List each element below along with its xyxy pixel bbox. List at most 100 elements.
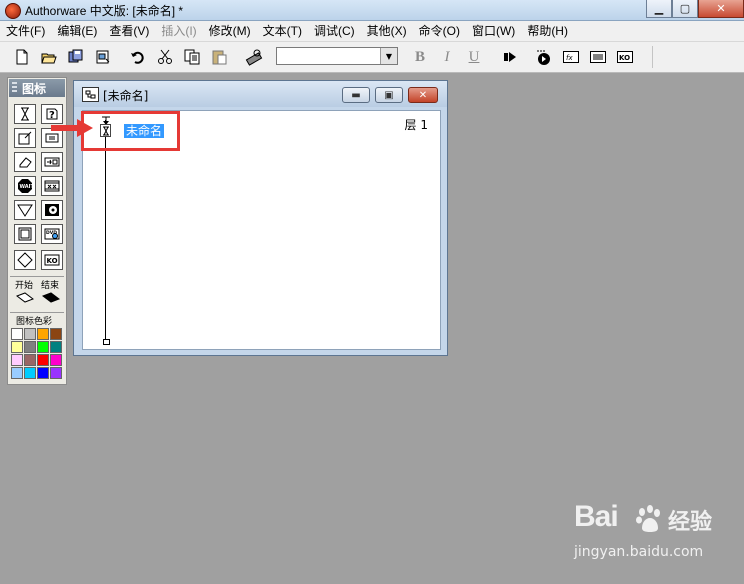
cut-icon: [158, 49, 172, 64]
svg-text:fx: fx: [566, 54, 573, 62]
menu-insert[interactable]: 插入(I): [155, 21, 202, 41]
menu-window[interactable]: 窗口(W): [466, 21, 521, 41]
palette-divider: [10, 276, 64, 277]
color-swatch[interactable]: [50, 328, 62, 340]
color-swatch[interactable]: [37, 341, 49, 353]
color-swatch[interactable]: [50, 354, 62, 366]
movie-icon: [44, 180, 60, 192]
cut-button[interactable]: [155, 47, 175, 67]
menu-edit[interactable]: 编辑(E): [51, 21, 103, 41]
bold-button[interactable]: B: [410, 47, 430, 67]
color-swatch[interactable]: [24, 354, 36, 366]
close-button[interactable]: ✕: [698, 0, 744, 18]
authorware-app-icon[interactable]: [5, 3, 21, 19]
erase-icon: [19, 157, 32, 168]
find-button[interactable]: [244, 47, 264, 67]
decision-icon: [17, 204, 33, 217]
underline-button[interactable]: U: [464, 47, 484, 67]
open-file-button[interactable]: [39, 47, 59, 67]
minimize-icon: ▬: [351, 89, 361, 101]
menu-modify[interactable]: 修改(M): [203, 21, 257, 41]
run-button[interactable]: [500, 47, 520, 67]
start-flag-button[interactable]: [14, 290, 36, 306]
color-swatch[interactable]: [11, 328, 23, 340]
color-swatch[interactable]: [37, 354, 49, 366]
chevron-down-icon[interactable]: ▼: [380, 48, 397, 64]
palette-motion-icon[interactable]: [14, 128, 36, 148]
color-swatch[interactable]: [37, 328, 49, 340]
color-swatch[interactable]: [24, 328, 36, 340]
menu-text[interactable]: 文本(T): [257, 21, 308, 41]
app-title: Authorware 中文版: [未命名] *: [25, 4, 184, 18]
menu-other[interactable]: 其他(X): [361, 21, 413, 41]
font-select[interactable]: ▼: [276, 47, 398, 65]
palette-framework-icon[interactable]: [14, 224, 36, 244]
palette-display-icon[interactable]: [14, 104, 36, 124]
design-window-minimize-button[interactable]: ▬: [342, 87, 370, 103]
italic-button[interactable]: I: [437, 47, 457, 67]
palette-erase-icon[interactable]: [14, 152, 36, 172]
svg-text:KO: KO: [47, 257, 58, 265]
palette-sound-icon[interactable]: [41, 200, 63, 220]
layer-label: 层 1: [404, 118, 428, 132]
palette-header[interactable]: 图标: [9, 79, 65, 97]
color-swatch[interactable]: [37, 367, 49, 379]
color-swatch[interactable]: [50, 367, 62, 379]
color-swatch[interactable]: [11, 354, 23, 366]
color-swatch[interactable]: [11, 367, 23, 379]
control-panel-button[interactable]: [533, 47, 553, 67]
watermark-brand: Bai: [574, 500, 619, 533]
navigate-icon: [44, 157, 60, 167]
menu-file[interactable]: 文件(F): [0, 21, 51, 41]
palette-dvd-icon[interactable]: DVD: [41, 224, 63, 244]
palette-map-icon[interactable]: [14, 250, 36, 270]
app-title-bar[interactable]: Authorware 中文版: [未命名] * ▁ ▢ ✕: [0, 0, 744, 21]
functions-icon: fx: [563, 51, 579, 63]
palette-navigate-icon[interactable]: [41, 152, 63, 172]
menu-command[interactable]: 命令(O): [413, 21, 466, 41]
grip-icon[interactable]: [12, 82, 17, 94]
minimize-button[interactable]: ▁: [646, 0, 672, 18]
framework-icon: [18, 227, 32, 241]
design-window-maximize-button[interactable]: ▣: [375, 87, 403, 103]
variables-icon: [590, 51, 606, 63]
ko-icon: KO: [44, 254, 60, 266]
color-swatch[interactable]: [11, 341, 23, 353]
white-flag-icon: [16, 292, 34, 303]
end-flag-button[interactable]: [40, 290, 62, 306]
menu-debug[interactable]: 调试(C): [308, 21, 361, 41]
color-swatch[interactable]: [24, 367, 36, 379]
save-all-icon: [68, 49, 83, 63]
paste-button[interactable]: [209, 47, 229, 67]
palette-title: 图标: [22, 82, 47, 96]
design-window-icon[interactable]: [82, 87, 99, 102]
baidu-jingyan-watermark: Bai 经验 jingyan.baidu.com: [574, 500, 734, 570]
palette-movie-icon[interactable]: [41, 176, 63, 196]
functions-button[interactable]: fx: [561, 47, 581, 67]
copy-button[interactable]: [182, 47, 202, 67]
control-panel-icon: [537, 50, 550, 65]
color-swatch[interactable]: [50, 341, 62, 353]
restore-icon: ▣: [384, 89, 394, 101]
palette-decision-icon[interactable]: [14, 200, 36, 220]
import-button[interactable]: [93, 47, 113, 67]
design-window-title-bar[interactable]: [未命名] ▬ ▣ ✕: [74, 81, 447, 107]
variables-button[interactable]: [588, 47, 608, 67]
toolbar: ▼ B I U fx KO: [0, 41, 744, 73]
undo-button[interactable]: [128, 47, 148, 67]
menu-help[interactable]: 帮助(H): [521, 21, 574, 41]
open-file-icon: [41, 53, 57, 64]
maximize-button[interactable]: ▢: [672, 0, 698, 18]
menu-view[interactable]: 查看(V): [103, 21, 155, 41]
color-swatch[interactable]: [24, 341, 36, 353]
palette-ko-icon[interactable]: KO: [41, 250, 63, 270]
sound-icon: [45, 204, 59, 216]
save-all-button[interactable]: [66, 47, 86, 67]
design-window-close-button[interactable]: ✕: [408, 87, 438, 103]
import-icon: [96, 50, 110, 64]
knowledge-objects-button[interactable]: KO: [615, 47, 635, 67]
new-file-button[interactable]: [12, 47, 32, 67]
copy-icon: [184, 49, 200, 65]
palette-wait-icon[interactable]: WAIT: [14, 176, 36, 196]
undo-icon: [131, 51, 144, 64]
